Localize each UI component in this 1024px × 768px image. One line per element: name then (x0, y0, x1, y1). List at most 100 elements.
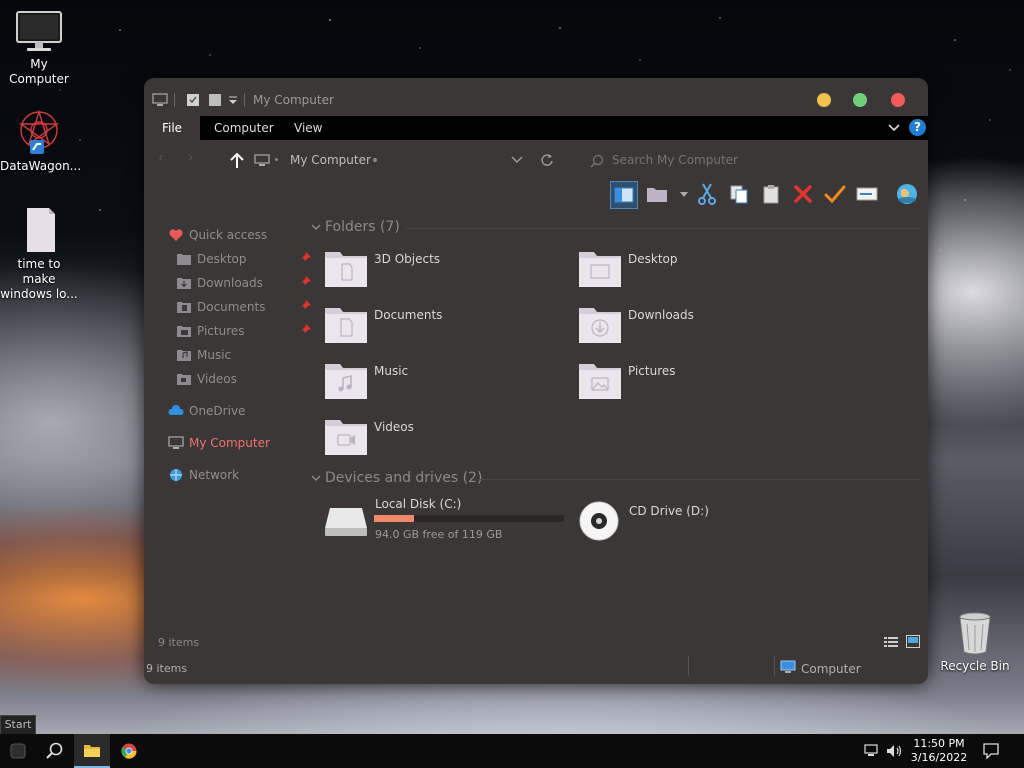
caret-down-icon[interactable] (680, 192, 688, 198)
nav-item-downloads[interactable]: Downloads (176, 274, 311, 294)
folder-item[interactable]: Music (324, 360, 544, 404)
paste-button[interactable] (758, 181, 784, 207)
folder-name: Pictures (628, 364, 676, 378)
rename-button[interactable] (854, 181, 880, 207)
drive-usage-bar (374, 515, 564, 522)
nav-label: Network (189, 468, 240, 482)
start-button[interactable] (0, 734, 36, 768)
search-input[interactable] (610, 150, 914, 170)
nav-item-pictures[interactable]: Pictures (176, 322, 311, 342)
customize-dropdown-icon[interactable] (228, 96, 238, 106)
nav-label: Videos (197, 372, 237, 386)
nav-item-videos[interactable]: Videos (176, 370, 306, 390)
nav-label: Downloads (197, 276, 263, 290)
chevron-down-icon[interactable] (311, 224, 321, 232)
clipboard-icon (763, 185, 779, 204)
separator (774, 656, 775, 676)
close-button[interactable] (891, 93, 905, 107)
rename-icon (856, 187, 878, 201)
large-icons-view-icon[interactable] (906, 635, 920, 648)
new-folder-button[interactable] (644, 181, 670, 207)
chevron-down-icon[interactable] (311, 475, 321, 483)
forward-arrow-icon[interactable]: › (188, 150, 194, 166)
desktop-icon-label: My Computer (9, 57, 69, 86)
divider (477, 479, 921, 480)
maximize-button[interactable] (853, 93, 867, 107)
nav-my-computer[interactable]: My Computer (168, 434, 298, 454)
nav-onedrive[interactable]: OneDrive (168, 402, 298, 422)
nav-item-music[interactable]: Music (176, 346, 306, 366)
nav-item-documents[interactable]: Documents (176, 298, 311, 318)
command-toolbar (604, 178, 928, 212)
heart-icon (169, 229, 183, 241)
details-view-icon[interactable] (884, 636, 898, 648)
drive-free-space: 94.0 GB free of 119 GB (375, 528, 503, 541)
nav-quick-access[interactable]: Quick access (168, 226, 298, 246)
folders-section-header[interactable]: Folders (7) (325, 219, 400, 235)
desktop-icon-recycle-bin[interactable]: Recycle Bin (936, 610, 1014, 674)
pictures-folder-icon (579, 364, 621, 399)
folder-item[interactable]: Desktop (578, 248, 798, 292)
new-folder-icon[interactable] (208, 93, 222, 107)
devices-section-header[interactable]: Devices and drives (2) (325, 470, 482, 486)
folder-item[interactable]: Documents (324, 304, 544, 348)
notification-icon[interactable] (983, 743, 999, 759)
chrome-icon[interactable] (121, 743, 137, 759)
folder-item[interactable]: Downloads (578, 304, 798, 348)
desktop-icon-datawagon[interactable]: DataWagon... (0, 108, 82, 174)
status-location: Computer (801, 662, 861, 676)
download-folder-icon (177, 278, 191, 289)
chevron-down-icon[interactable] (511, 156, 523, 164)
drive-item-d[interactable]: CD Drive (D:) (578, 498, 818, 546)
preview-pane-button[interactable] (610, 181, 638, 209)
scissors-icon (698, 183, 716, 205)
cut-button[interactable] (694, 181, 720, 207)
folder-item[interactable]: 3D Objects (324, 248, 544, 292)
tab-view[interactable]: View (294, 121, 322, 135)
network-globe-button[interactable] (894, 181, 920, 207)
select-button[interactable] (822, 181, 848, 207)
taskbar-file-explorer[interactable] (74, 734, 110, 768)
pin-icon (298, 299, 312, 316)
checkmark-icon (824, 185, 846, 204)
nav-item-desktop[interactable]: Desktop (176, 250, 311, 270)
copy-button[interactable] (726, 181, 752, 207)
breadcrumb-location[interactable]: My Computer (290, 153, 371, 167)
delete-x-icon (794, 185, 812, 203)
computer-icon (168, 436, 184, 449)
tab-computer[interactable]: Computer (214, 121, 274, 135)
documents-folder-icon (177, 302, 191, 313)
nav-network[interactable]: Network (168, 466, 298, 486)
up-arrow-icon[interactable] (230, 153, 244, 169)
window-title: My Computer (253, 93, 334, 107)
minimize-button[interactable] (817, 93, 831, 107)
volume-icon[interactable] (886, 743, 904, 759)
desktop-icon-document[interactable]: time to make windows lo... (0, 206, 78, 302)
refresh-icon[interactable] (540, 153, 554, 167)
breadcrumb-separator[interactable] (373, 158, 377, 162)
folder-icon (647, 188, 667, 202)
breadcrumb-separator[interactable] (275, 158, 278, 161)
pin-icon (298, 251, 312, 268)
folder-name: Downloads (628, 308, 694, 322)
desktop-icon-my-computer[interactable]: My Computer (0, 10, 78, 87)
music-folder-icon (325, 364, 367, 399)
title-bar[interactable]: My Computer (144, 78, 928, 116)
tab-file[interactable]: File (144, 116, 200, 140)
nav-label: Documents (197, 300, 266, 314)
drive-item-c[interactable]: Local Disk (C:) 94.0 GB free of 119 GB (324, 497, 564, 546)
nav-label: Quick access (189, 228, 268, 242)
desktop-icon-label: DataWagon... (0, 159, 82, 173)
network-icon[interactable] (864, 744, 880, 758)
back-arrow-icon[interactable]: ‹ (158, 150, 164, 166)
folder-item[interactable]: Pictures (578, 360, 798, 404)
delete-button[interactable] (790, 181, 816, 207)
computer-icon (254, 154, 270, 166)
properties-icon[interactable] (186, 93, 200, 107)
nav-label: Desktop (197, 252, 247, 266)
clock[interactable]: 11:50 PM 3/16/2022 (908, 737, 970, 765)
folder-item[interactable]: Videos (324, 416, 544, 460)
search-icon[interactable] (46, 742, 64, 760)
chevron-down-icon[interactable] (888, 123, 900, 133)
help-icon[interactable]: ? (909, 119, 926, 136)
